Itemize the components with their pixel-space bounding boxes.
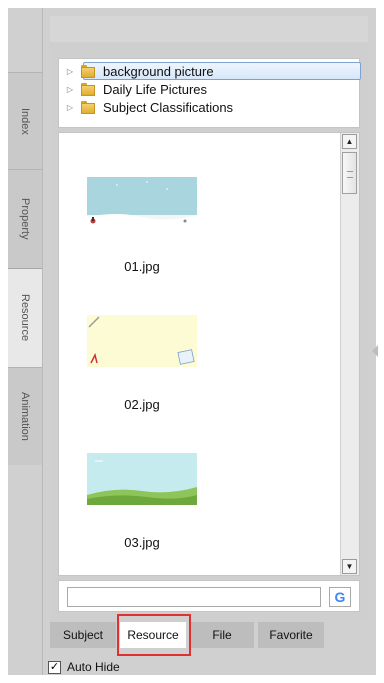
thumbnail-03[interactable] xyxy=(87,453,197,505)
panel-header xyxy=(50,16,368,42)
collapse-arrow-icon[interactable] xyxy=(372,345,378,357)
thumbnail-caption[interactable]: 01.jpg xyxy=(87,259,197,274)
thumbnail-list: 01.jpg 02.jpg 03.jpg ▲ ▼ xyxy=(58,132,360,576)
side-tab-resource[interactable]: Resource xyxy=(8,268,42,368)
expand-arrow-icon[interactable]: ▷ xyxy=(65,67,75,76)
google-search-button[interactable]: G xyxy=(329,587,351,607)
scroll-down-icon[interactable]: ▼ xyxy=(342,559,357,574)
tab-label: Favorite xyxy=(269,628,313,642)
side-tab-label: Animation xyxy=(19,392,31,441)
folder-icon xyxy=(81,82,95,96)
folder-tree: ▷ background picture ▷ Daily Life Pictur… xyxy=(58,58,361,128)
tree-item-label: background picture xyxy=(103,63,214,79)
auto-hide-label: Auto Hide xyxy=(67,660,120,674)
side-tab-label: Resource xyxy=(19,294,31,342)
tree-item-label: Daily Life Pictures xyxy=(103,81,208,97)
scroll-up-icon[interactable]: ▲ xyxy=(342,134,357,149)
tree-item-background-picture[interactable]: ▷ background picture xyxy=(65,62,361,80)
sidebar-divider xyxy=(42,8,43,675)
thumbnail-caption[interactable]: 03.jpg xyxy=(87,535,197,550)
tab-favorite[interactable]: Favorite xyxy=(258,622,324,648)
auto-hide-checkbox[interactable]: ✓ xyxy=(48,660,61,674)
tree-item-subject-classifications[interactable]: ▷ Subject Classifications xyxy=(65,98,233,116)
scroll-thumb[interactable] xyxy=(342,152,357,194)
tab-file[interactable]: File xyxy=(190,622,254,648)
tree-item-label: Subject Classifications xyxy=(103,99,234,115)
bottom-tab-bar: Subject Resource File Favorite xyxy=(50,622,368,650)
folder-icon xyxy=(81,64,95,78)
vertical-scrollbar[interactable]: ▲ ▼ xyxy=(340,133,359,575)
thumbnail-01[interactable] xyxy=(87,177,197,229)
search-input[interactable] xyxy=(67,587,321,607)
side-tab-property[interactable]: Property xyxy=(8,169,42,268)
expand-arrow-icon[interactable]: ▷ xyxy=(65,85,75,94)
side-tab-animation[interactable]: Animation xyxy=(8,367,42,465)
side-tab-label: Property xyxy=(19,198,31,240)
side-tab-index[interactable]: Index xyxy=(8,72,42,169)
tab-label: File xyxy=(212,628,232,642)
google-icon: G xyxy=(334,589,346,605)
folder-icon xyxy=(81,100,95,114)
auto-hide-option[interactable]: ✓ Auto Hide xyxy=(48,658,120,676)
search-bar: G xyxy=(58,580,360,612)
highlight-box xyxy=(117,614,191,656)
thumbnail-caption[interactable]: 02.jpg xyxy=(87,397,197,412)
side-tab-bar: Index Property Resource Animation xyxy=(8,72,42,465)
thumbnail-02[interactable] xyxy=(87,315,197,367)
side-tab-label: Index xyxy=(19,107,31,135)
expand-arrow-icon[interactable]: ▷ xyxy=(65,103,75,112)
tree-item-daily-life-pictures[interactable]: ▷ Daily Life Pictures xyxy=(65,80,207,98)
tab-subject[interactable]: Subject xyxy=(50,622,116,648)
tab-label: Subject xyxy=(62,628,104,642)
